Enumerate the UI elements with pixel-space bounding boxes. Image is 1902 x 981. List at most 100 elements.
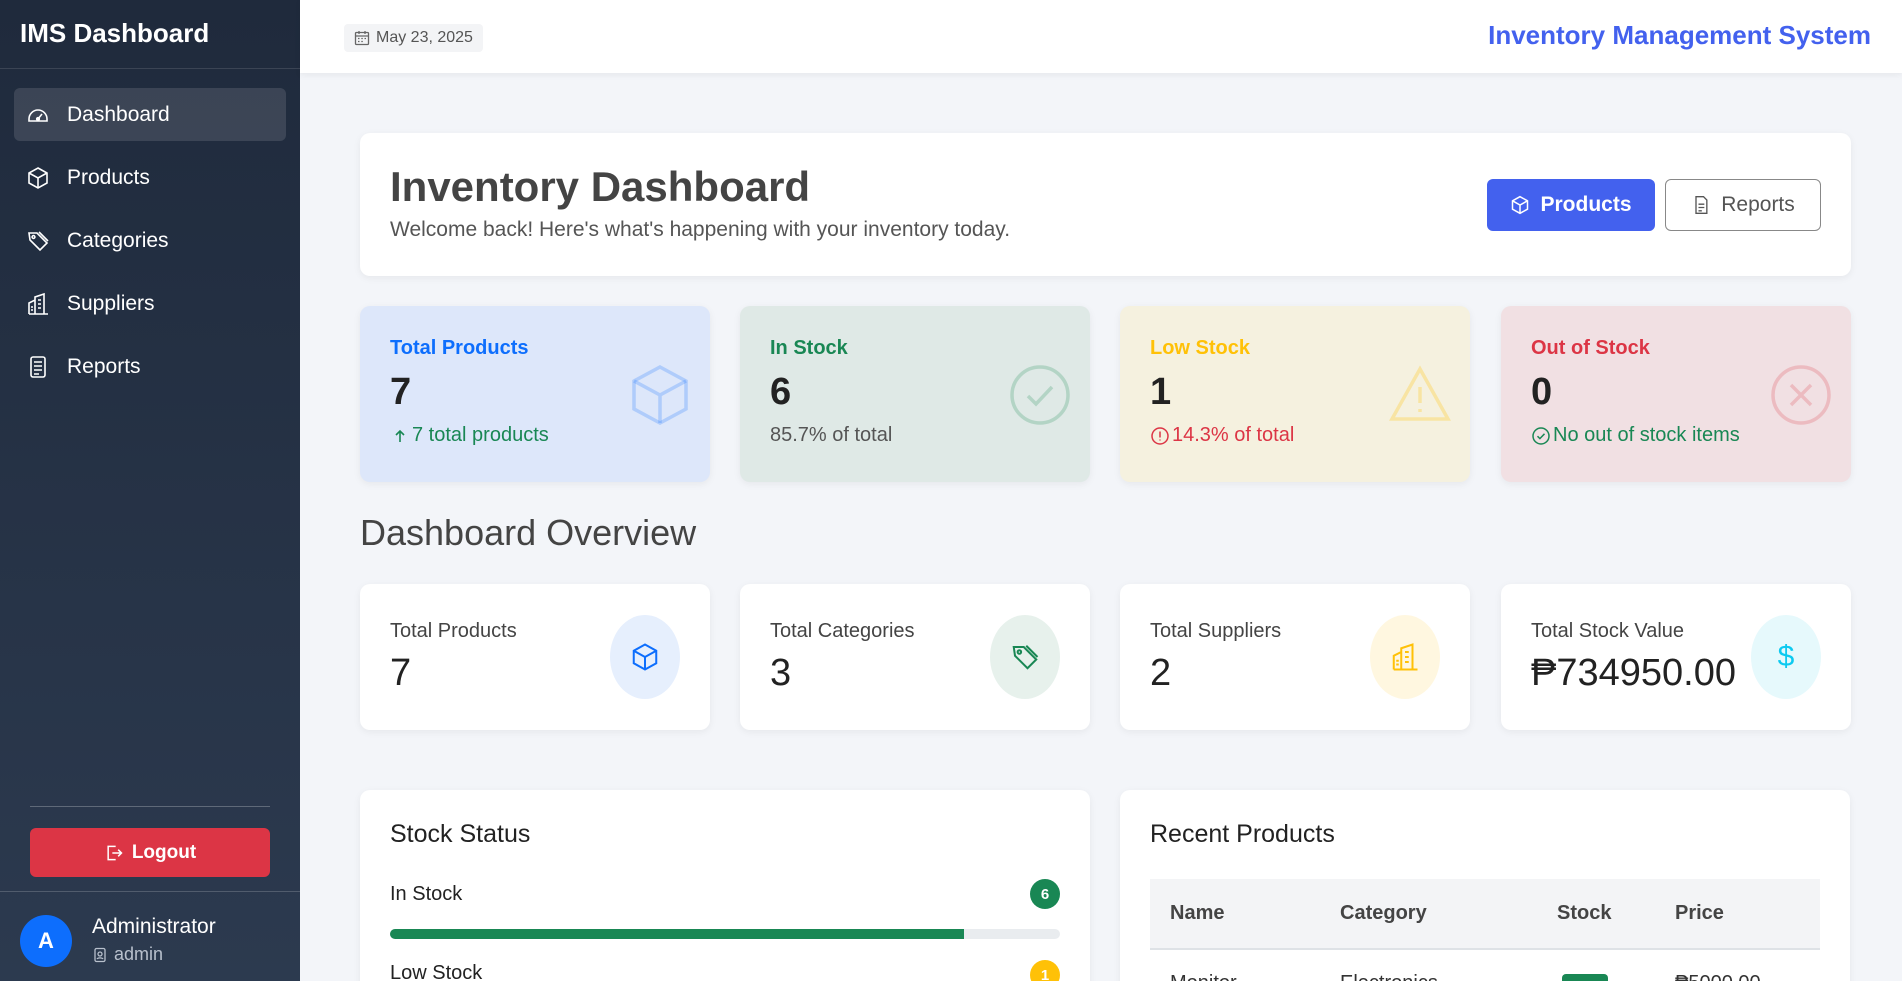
logout-button[interactable]: Logout	[30, 828, 270, 877]
stat-card-low-stock: Low Stock 1 14.3% of total	[1120, 306, 1470, 482]
x-circle-icon	[1769, 363, 1833, 427]
stat-note-text: 7 total products	[412, 424, 549, 446]
calendar-icon	[354, 31, 370, 46]
recent-products-title: Recent Products	[1150, 820, 1335, 848]
table-header: Name Category Stock Price	[1150, 879, 1820, 950]
stock-count-badge: 1	[1030, 960, 1060, 981]
overview-card-total-categories: Total Categories 3	[740, 584, 1090, 730]
stat-value: 1	[1150, 371, 1172, 413]
overview-card-total-products: Total Products 7	[360, 584, 710, 730]
stat-value: 0	[1531, 371, 1553, 413]
stat-note: 7 total products	[390, 424, 549, 447]
stat-label: Total Products	[390, 337, 529, 359]
overview-label: Total Products	[390, 620, 517, 642]
user-role-label: admin	[114, 944, 164, 964]
stock-row-label: Low Stock	[390, 962, 483, 981]
sidebar-item-products[interactable]: Products	[14, 151, 286, 204]
sidebar-item-label: Reports	[67, 354, 141, 378]
tags-icon	[26, 229, 50, 253]
products-button-label: Products	[1540, 193, 1632, 216]
logout-label: Logout	[131, 841, 197, 863]
overview-label: Total Suppliers	[1150, 620, 1282, 642]
warning-triangle-icon	[1388, 363, 1452, 427]
column-header-price[interactable]: Price	[1675, 902, 1724, 925]
brand-title[interactable]: IMS Dashboard	[0, 0, 300, 69]
overview-title: Dashboard Overview	[360, 512, 697, 553]
sidebar-item-dashboard[interactable]: Dashboard	[14, 88, 286, 141]
sidebar-item-reports[interactable]: Reports	[14, 340, 286, 393]
reports-button-label: Reports	[1721, 193, 1795, 216]
exclamation-circle-icon	[1151, 426, 1169, 445]
page-title: Inventory Dashboard	[390, 163, 811, 210]
overview-card-total-suppliers: Total Suppliers 2	[1120, 584, 1470, 730]
user-role: admin	[92, 944, 163, 965]
speedometer-icon	[26, 103, 50, 127]
dollar-glyph: $	[1777, 640, 1795, 673]
stat-label: Out of Stock	[1531, 337, 1650, 359]
overview-card-total-stock-value: Total Stock Value ₱734950.00 $	[1501, 584, 1851, 730]
sidebar-item-label: Products	[67, 165, 150, 189]
sidebar-item-label: Categories	[67, 228, 169, 252]
stat-label: In Stock	[770, 337, 848, 359]
column-header-category[interactable]: Category	[1340, 902, 1427, 925]
stat-card-out-of-stock: Out of Stock 0 No out of stock items	[1501, 306, 1851, 482]
stat-card-in-stock: In Stock 6 85.7% of total	[740, 306, 1090, 482]
file-text-icon	[1695, 196, 1708, 214]
sidebar: IMS Dashboard Dashboard Products Categor…	[0, 0, 300, 981]
top-bar: May 23, 2025 Inventory Management System	[300, 0, 1902, 73]
stat-note: No out of stock items	[1531, 424, 1740, 447]
check-circle-icon	[1532, 426, 1550, 445]
building-icon	[26, 292, 50, 316]
stock-progress-fill	[390, 929, 965, 939]
user-name: Administrator	[92, 915, 216, 938]
stat-note-text: 14.3% of total	[1172, 424, 1295, 446]
stock-row-label: In Stock	[390, 883, 463, 905]
sidebar-item-categories[interactable]: Categories	[14, 214, 286, 267]
sidebar-item-label: Dashboard	[67, 102, 170, 126]
sidebar-item-label: Suppliers	[67, 291, 155, 315]
column-header-stock[interactable]: Stock	[1557, 902, 1611, 925]
date-chip: May 23, 2025	[344, 24, 483, 52]
products-button[interactable]: Products	[1487, 179, 1655, 231]
sidebar-divider	[30, 806, 270, 807]
user-panel: A Administrator admin	[0, 891, 300, 981]
stock-badge	[1562, 974, 1608, 981]
building-icon	[1370, 615, 1440, 699]
stat-value: 7	[390, 371, 412, 413]
avatar[interactable]: A	[20, 915, 72, 967]
overview-label: Total Categories	[770, 620, 915, 642]
stat-note: 85.7% of total	[770, 424, 892, 447]
overview-value: ₱734950.00	[1531, 652, 1736, 694]
stat-card-total-products: Total Products 7 7 total products	[360, 306, 710, 482]
column-header-name[interactable]: Name	[1170, 902, 1224, 925]
table-cell-name: Monitor	[1170, 972, 1237, 981]
sidebar-item-suppliers[interactable]: Suppliers	[14, 277, 286, 330]
overview-label: Total Stock Value	[1531, 620, 1685, 642]
box-icon	[610, 615, 680, 699]
page-subtitle: Welcome back! Here's what's happening wi…	[390, 218, 1011, 241]
overview-value: 3	[770, 652, 792, 694]
stat-note-text: 85.7% of total	[770, 424, 893, 446]
current-date: May 23, 2025	[376, 29, 473, 46]
dashboard-header: Inventory Dashboard Welcome back! Here's…	[360, 133, 1851, 276]
stock-status-card: Stock Status In Stock 6 Low Stock 1	[360, 790, 1090, 981]
stock-status-title: Stock Status	[390, 820, 531, 848]
dollar-icon: $	[1751, 615, 1821, 699]
stock-count-badge: 6	[1030, 879, 1060, 909]
tags-icon	[990, 615, 1060, 699]
overview-value: 2	[1150, 652, 1172, 694]
file-text-icon	[26, 355, 50, 379]
stat-note-text: No out of stock items	[1553, 424, 1740, 446]
id-badge-icon	[94, 947, 106, 962]
stock-progress-bar	[390, 929, 1060, 939]
check-circle-icon	[1008, 363, 1072, 427]
logout-icon	[107, 845, 123, 860]
stat-note: 14.3% of total	[1150, 424, 1294, 447]
table-cell-category: Electronics	[1340, 972, 1438, 981]
box-icon	[26, 166, 50, 190]
arrow-up-icon	[395, 429, 405, 442]
table-cell-price: ₱5000.00	[1675, 972, 1761, 981]
reports-button[interactable]: Reports	[1665, 179, 1821, 231]
overview-value: 7	[390, 652, 412, 694]
box-icon	[628, 363, 692, 427]
